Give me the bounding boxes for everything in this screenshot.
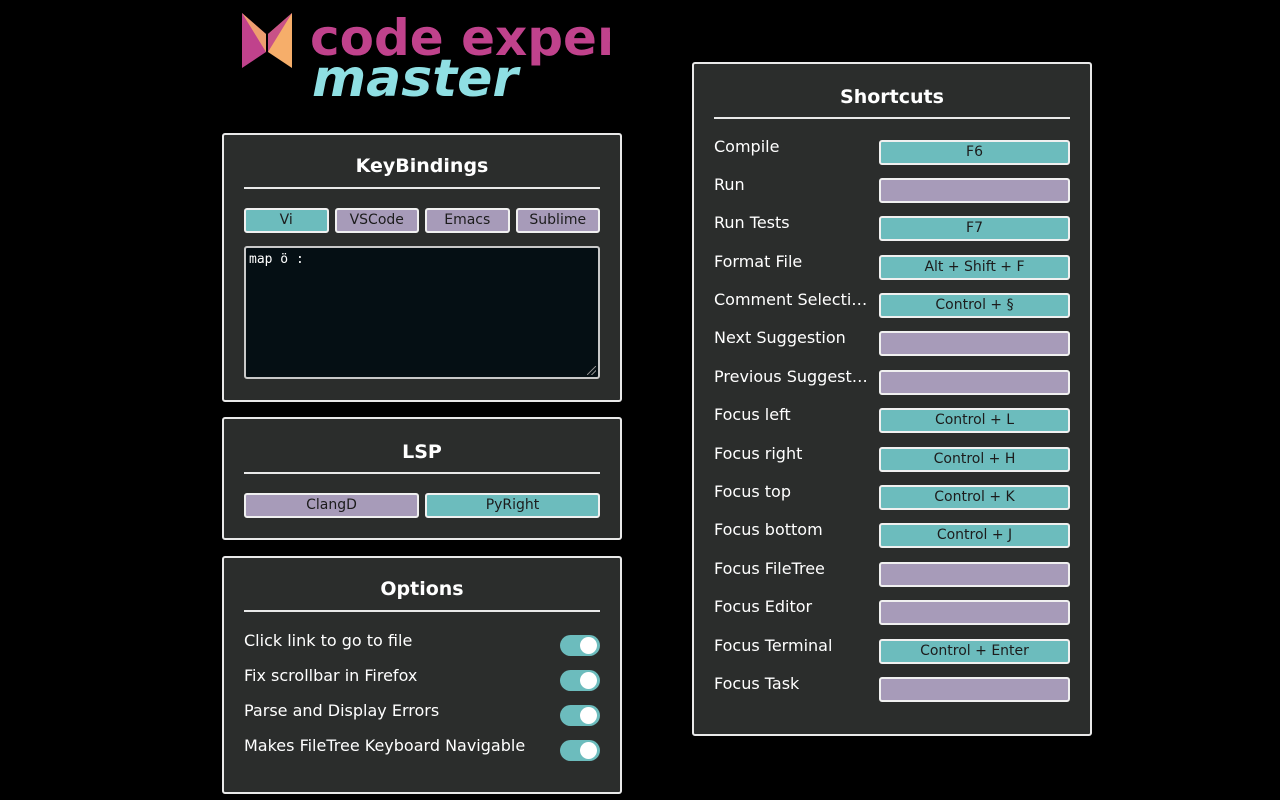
option-row: Fix scrollbar in Firefox [244,666,600,691]
shortcut-row: Focus Editor [714,597,1070,625]
lsp-panel: LSP ClangD PyRight [222,417,622,540]
shortcut-focus-top-key[interactable]: Control + K [879,485,1070,510]
shortcut-run-tests-key[interactable]: F7 [879,216,1070,241]
filetree-navigable-toggle[interactable] [560,740,600,761]
shortcut-row: Next Suggestion [714,328,1070,356]
resize-handle-icon[interactable] [587,366,596,375]
shortcut-row: Format File Alt + Shift + F [714,252,1070,280]
options-panel: Options Click link to go to file Fix scr… [222,556,622,794]
toggle-knob [580,742,597,759]
shortcuts-title: Shortcuts [840,86,944,108]
lsp-pyright-button[interactable]: PyRight [425,493,600,518]
shortcut-compile-key[interactable]: F6 [879,140,1070,165]
divider [244,472,600,474]
shortcut-label: Previous Suggestion [714,367,870,386]
shortcut-label: Focus Task [714,674,800,693]
click-link-toggle[interactable] [560,635,600,656]
shortcut-run-key[interactable] [879,178,1070,203]
divider [244,610,600,612]
option-label: Click link to go to file [244,631,413,650]
keybindings-panel: KeyBindings Vi VSCode Emacs Sublime map … [222,133,622,402]
shortcut-focus-left-key[interactable]: Control + L [879,408,1070,433]
shortcuts-panel: Shortcuts Compile F6 Run Run Tests F7 Fo… [692,62,1092,736]
toggle-knob [580,672,597,689]
lsp-title: LSP [402,441,442,463]
keybindings-title: KeyBindings [355,155,489,177]
shortcut-row: Focus Terminal Control + Enter [714,636,1070,664]
keybinding-vi-button[interactable]: Vi [244,208,329,233]
toggle-knob [580,707,597,724]
shortcut-row: Focus Task [714,674,1070,702]
shortcut-label: Focus right [714,444,803,463]
divider [244,187,600,189]
shortcut-focus-editor-key[interactable] [879,600,1070,625]
shortcut-label: Focus left [714,405,791,424]
logo-bottom-text: master [312,49,521,108]
shortcut-label: Focus Editor [714,597,813,616]
option-row: Makes FileTree Keyboard Navigable [244,736,600,761]
option-label: Makes FileTree Keyboard Navigable [244,736,526,755]
editor-content: map ö : [249,252,304,267]
shortcut-label: Comment Selection [714,290,870,309]
shortcut-row: Focus right Control + H [714,444,1070,472]
shortcut-label: Next Suggestion [714,328,846,347]
keybinding-emacs-button[interactable]: Emacs [425,208,510,233]
option-row: Click link to go to file [244,631,600,656]
option-row: Parse and Display Errors [244,701,600,726]
keybinding-sublime-button[interactable]: Sublime [515,208,600,233]
lsp-server-group: ClangD PyRight [244,493,600,518]
parse-errors-toggle[interactable] [560,705,600,726]
code-expert-logo: code expert master [240,8,610,108]
keybinding-mode-group: Vi VSCode Emacs Sublime [244,208,600,233]
shortcut-label: Compile [714,137,780,156]
lsp-clangd-button[interactable]: ClangD [244,493,419,518]
shortcut-row: Previous Suggestion [714,367,1070,395]
shortcut-row: Focus bottom Control + J [714,520,1070,548]
shortcut-focus-terminal-key[interactable]: Control + Enter [879,639,1070,664]
toggle-knob [580,637,597,654]
shortcut-row: Run Tests F7 [714,213,1070,241]
shortcut-label: Focus FileTree [714,559,825,578]
shortcut-focus-right-key[interactable]: Control + H [879,447,1070,472]
fix-scrollbar-toggle[interactable] [560,670,600,691]
shortcut-previous-suggestion-key[interactable] [879,370,1070,395]
shortcut-focus-task-key[interactable] [879,677,1070,702]
keybinding-vscode-button[interactable]: VSCode [334,208,419,233]
shortcut-label: Format File [714,252,803,271]
shortcut-focus-bottom-key[interactable]: Control + J [879,523,1070,548]
options-title: Options [380,578,464,600]
shortcut-label: Focus Terminal [714,636,833,655]
shortcut-label: Focus bottom [714,520,823,539]
shortcut-row: Comment Selection Control + § [714,290,1070,318]
shortcut-row: Compile F6 [714,137,1070,165]
keybinding-config-editor[interactable]: map ö : [244,246,600,379]
shortcut-row: Focus left Control + L [714,405,1070,433]
shortcut-focus-filetree-key[interactable] [879,562,1070,587]
shortcut-next-suggestion-key[interactable] [879,331,1070,356]
shortcut-row: Run [714,175,1070,203]
shortcut-row: Focus FileTree [714,559,1070,587]
shortcut-label: Run [714,175,745,194]
option-label: Parse and Display Errors [244,701,440,720]
option-label: Fix scrollbar in Firefox [244,666,418,685]
shortcut-label: Focus top [714,482,791,501]
divider [714,117,1070,119]
shortcut-label: Run Tests [714,213,790,232]
shortcut-comment-selection-key[interactable]: Control + § [879,293,1070,318]
shortcut-format-file-key[interactable]: Alt + Shift + F [879,255,1070,280]
shortcut-row: Focus top Control + K [714,482,1070,510]
